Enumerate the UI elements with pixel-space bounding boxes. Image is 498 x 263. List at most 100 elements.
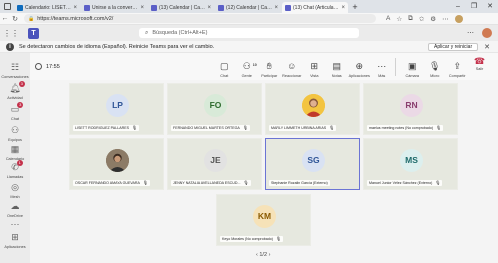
close-window-icon[interactable]: ✕ <box>482 0 498 13</box>
browser-tab-active[interactable]: (13) Chat (Articulación × <box>282 2 348 13</box>
participant-tile[interactable]: FO FERNANDO MIGUEL MARTES ORTEGA 🎙︎ <box>167 83 262 135</box>
notes-icon: ▤ <box>332 61 341 71</box>
emoji-icon: ☺ <box>287 61 297 71</box>
badge: 3 <box>18 81 25 87</box>
rail-item-aplicaciones[interactable]: ⊞ Aplicaciones <box>0 227 30 250</box>
profile-avatar[interactable] <box>454 14 463 23</box>
close-tab-icon[interactable]: × <box>73 5 77 11</box>
participant-tile[interactable]: LP LISETT RODRIGUEZ PALLARES 🎙︎ <box>69 83 164 135</box>
participant-tile[interactable]: RN maelus meeting notes (No comprobado) 🎙… <box>363 83 458 135</box>
close-tab-icon[interactable]: × <box>341 5 345 11</box>
rail-label: Aplicaciones <box>4 245 26 249</box>
view-icon: ⊞ <box>310 61 319 71</box>
favorites-star-icon[interactable]: ☆ <box>396 15 402 23</box>
favorites-icon[interactable]: ✩ <box>419 15 424 23</box>
participant-tile-active[interactable]: SG Stephanie Rozalin García (Externo) <box>265 138 360 190</box>
mic-off-icon: 🎙︎ <box>243 180 249 185</box>
tool-label: Micro <box>430 74 440 78</box>
name-text: LISETT RODRIGUEZ PALLARES <box>75 126 129 130</box>
tab-favicon <box>151 4 157 11</box>
avatar: LP <box>106 94 129 117</box>
participant-name: Manuel Junior Vélez Sánchez (Externo) 🎙︎ <box>367 180 443 186</box>
close-tab-icon[interactable]: × <box>274 5 278 11</box>
tool-raise-hand[interactable]: ✋︎ Participar <box>258 56 281 79</box>
participant-tile[interactable]: MARLY LIMMETH URBINA ARIAS 🎙︎ <box>265 83 360 135</box>
participant-tile[interactable]: OSCAR FERNANDO AMAYA GUEVARA 🎙︎ <box>69 138 164 190</box>
participant-name: Keyo Morales (No comprobado) 🎙︎ <box>220 236 284 242</box>
close-tab-icon[interactable]: × <box>140 5 144 11</box>
tool-apps[interactable]: ⊕ Aplicaciones <box>348 56 371 79</box>
app-launcher-icon[interactable]: ⋮⋮ <box>0 29 22 38</box>
search-input[interactable]: ⌕ Búsqueda (Ctrl+Alt+E) <box>139 28 359 38</box>
browser-tab[interactable]: (12) Calendar | Calendar | Mic× <box>215 2 281 13</box>
clock-icon <box>35 63 42 70</box>
avatar-photo <box>106 149 129 172</box>
leave-button[interactable]: ☎︎ Salir <box>469 56 491 79</box>
mic-off-icon: 🎙︎ <box>142 180 148 185</box>
window-controls: – ❐ ✕ <box>450 0 498 13</box>
person-photo-icon <box>302 94 325 117</box>
mic-icon: 🎙︎ <box>429 61 441 71</box>
tool-chat[interactable]: ▢ Chat <box>213 56 236 79</box>
reload-icon[interactable]: ↻ <box>10 15 20 23</box>
rail-item-conversaciones[interactable]: ☷ Conversaciones <box>0 57 30 80</box>
apply-restart-button[interactable]: Aplicar y reiniciar <box>428 42 479 51</box>
tool-view[interactable]: ⊞ Vista <box>303 56 326 79</box>
browser-tab[interactable]: (13) Calendar | Calendar | Mic× <box>148 2 214 13</box>
more-browser-icon[interactable]: ⋯ <box>442 15 449 23</box>
extensions-icon[interactable]: ⚙ <box>430 15 436 23</box>
participant-name: JENNY NATALIA AVELLANEDA ESCUD... 🎙︎ <box>171 180 251 186</box>
back-icon[interactable]: ← <box>0 15 10 22</box>
browser-toolbar: ← ↻ 🔒 https://teams.microsoft.com/v2/ A ☆… <box>0 13 498 25</box>
read-aloud-icon[interactable]: A <box>386 15 390 23</box>
participant-count: 10 <box>252 63 257 67</box>
tool-label: Salir <box>475 67 484 71</box>
browser-tab[interactable]: Calendario: LISETT RODRÍGUEZ× <box>14 2 80 13</box>
close-tab-icon[interactable]: × <box>207 5 211 11</box>
tool-react[interactable]: ☺ Reaccionar <box>281 56 304 79</box>
more-icon[interactable]: ⋯ <box>467 29 474 37</box>
new-tab-button[interactable]: + <box>349 2 361 13</box>
cloud-icon: ☁ <box>10 201 20 211</box>
badge: 3 <box>17 102 24 108</box>
tool-people[interactable]: ⚇ 10 Gente <box>236 56 259 79</box>
rail-item-actividad[interactable]: 🔔︎ 3 Actividad <box>0 78 30 101</box>
minimize-icon[interactable]: – <box>450 0 466 13</box>
participant-name: FERNANDO MIGUEL MARTES ORTEGA 🎙︎ <box>171 125 250 131</box>
prev-page-icon[interactable]: ‹ <box>256 252 258 258</box>
tool-label: Notas <box>331 74 342 78</box>
info-icon: i <box>6 42 14 51</box>
tab-favicon <box>84 4 90 11</box>
share-button[interactable]: ⇪ Compartir <box>446 56 469 79</box>
browser-tab[interactable]: Unirse a la conversación× <box>81 2 147 13</box>
address-bar[interactable]: 🔒 https://teams.microsoft.com/v2/ <box>24 14 376 23</box>
participant-name: MARLY LIMMETH URBINA ARIAS 🎙︎ <box>269 125 337 131</box>
participant-tile[interactable]: JE JENNY NATALIA AVELLANEDA ESCUD... 🎙︎ <box>167 138 262 190</box>
tool-more[interactable]: ⋯ Más <box>371 56 394 79</box>
close-notice-icon[interactable]: ✕ <box>484 43 490 51</box>
teams-logo-icon: T <box>28 27 39 39</box>
badge: 1 <box>16 160 23 166</box>
raise-hand-icon: ✋︎ <box>266 61 272 71</box>
name-text: Manuel Junior Vélez Sánchez (Externo) <box>369 181 433 185</box>
mic-button[interactable]: 🎙︎ Micro <box>424 56 447 79</box>
user-avatar[interactable] <box>482 28 492 38</box>
rail-item-chat[interactable]: ▭ 3 Chat <box>0 99 30 122</box>
next-page-icon[interactable]: › <box>269 252 271 258</box>
window-menu-icon[interactable] <box>0 0 14 13</box>
camera-button[interactable]: ▣ Cámara <box>401 56 424 79</box>
participant-name: maelus meeting notes (No comprobado) 🎙︎ <box>367 125 444 131</box>
bell-icon: 🔔︎ 3 <box>9 81 25 93</box>
participant-tile[interactable]: MS Manuel Junior Vélez Sánchez (Externo)… <box>363 138 458 190</box>
split-screen-icon[interactable]: ⧉ <box>408 15 413 23</box>
mic-off-icon: 🎙︎ <box>242 125 248 130</box>
meeting-timer: 17:55 <box>35 63 60 70</box>
mic-off-icon: 🎙︎ <box>275 236 282 241</box>
app-rail: ☷ Conversaciones 🔔︎ 3 Actividad ▭ 3 Chat ⚇ Equ… <box>0 53 30 263</box>
tool-notes[interactable]: ▤ Notas <box>326 56 349 79</box>
call-icon: ✆ 1 <box>11 160 23 172</box>
tool-label: Compartir <box>448 74 466 78</box>
maximize-icon[interactable]: ❐ <box>466 0 482 13</box>
participant-tile[interactable]: KM Keyo Morales (No comprobado) 🎙︎ <box>216 194 311 246</box>
meeting-stage: LP LISETT RODRIGUEZ PALLARES 🎙︎ FO FERNAN… <box>30 80 498 263</box>
